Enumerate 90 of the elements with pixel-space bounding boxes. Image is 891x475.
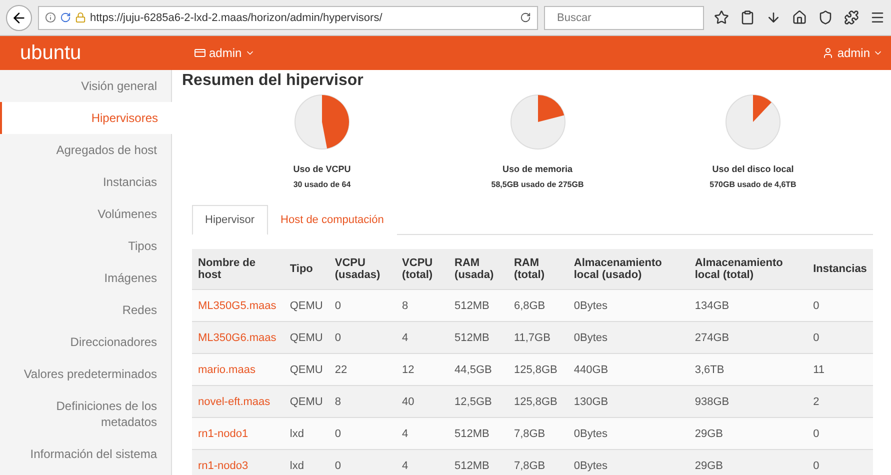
sidebar-item[interactable]: Definiciones de los metadatos — [0, 390, 171, 438]
table-cell: lxd — [284, 450, 329, 475]
page-title: Resumen del hipervisor — [182, 72, 364, 90]
table-cell: 4 — [396, 322, 449, 354]
host-link[interactable]: ML350G6.maas — [198, 332, 276, 344]
table-cell: 40 — [396, 386, 449, 418]
table-cell: 512MB — [448, 290, 508, 322]
table-cell: 0 — [328, 450, 396, 475]
table-cell: 0 — [328, 290, 396, 322]
column-header: VCPU (total) — [396, 249, 449, 290]
column-header: Tipo — [284, 249, 329, 290]
sidebar-item[interactable]: Imágenes — [0, 262, 171, 294]
table-cell: 7,8GB — [508, 450, 568, 475]
table-cell: 2 — [807, 386, 873, 418]
table-cell: 134GB — [688, 290, 808, 322]
logo: ubuntu — [20, 42, 82, 64]
project-menu[interactable]: admin — [194, 46, 255, 60]
column-header: Almacenamiento local (usado) — [568, 249, 689, 290]
table-cell: 12,5GB — [448, 386, 508, 418]
table-cell: 938GB — [688, 386, 808, 418]
table-cell: QEMU — [284, 386, 329, 418]
table-cell: 0Bytes — [568, 450, 689, 475]
sidebar-item[interactable]: Redes — [0, 294, 171, 326]
sidebar-item[interactable]: Tipos — [0, 230, 171, 262]
host-link[interactable]: mario.maas — [198, 364, 256, 376]
table-cell: 44,5GB — [448, 354, 508, 386]
table-cell: 11 — [807, 354, 873, 386]
column-header: Instancias — [807, 249, 873, 290]
table-cell: 130GB — [568, 386, 689, 418]
sidebar-item[interactable]: Direccionadores — [0, 326, 171, 358]
tab[interactable]: Hipervisor — [192, 205, 268, 235]
table-cell: 29GB — [688, 450, 808, 475]
column-header: RAM (usada) — [448, 249, 508, 290]
url-text: https://juju-6285a6-2-lxd-2.maas/horizon/admin/hypervisors/ — [90, 12, 384, 24]
column-header: Almacenamiento local (total) — [688, 249, 808, 290]
host-link[interactable]: novel-eft.maas — [198, 396, 270, 408]
table-cell: 8 — [328, 386, 396, 418]
table-cell: 0Bytes — [568, 322, 689, 354]
column-header: VCPU (usadas) — [328, 249, 396, 290]
table-cell: 0 — [807, 290, 873, 322]
chart-detail: 58,5GB usado de 275GB — [491, 180, 584, 189]
table-cell: 4 — [396, 450, 449, 475]
table-cell: QEMU — [284, 290, 329, 322]
host-link[interactable]: rn1-nodo1 — [198, 428, 248, 440]
table-cell: 512MB — [448, 418, 508, 450]
table-cell: 0Bytes — [568, 290, 689, 322]
table-cell: 0 — [328, 418, 396, 450]
sidebar-item[interactable]: Hipervisores — [0, 102, 172, 134]
table-cell: 11,7GB — [508, 322, 568, 354]
table-cell: QEMU — [284, 354, 329, 386]
host-link[interactable]: rn1-nodo3 — [198, 460, 248, 472]
user-menu[interactable]: admin — [822, 46, 883, 60]
table-cell: 0 — [328, 322, 396, 354]
sidebar-item[interactable]: Valores predeterminados — [0, 358, 171, 390]
sidebar-item[interactable]: Visión general — [0, 70, 171, 102]
table-cell: 0 — [807, 418, 873, 450]
table-cell: 0Bytes — [568, 418, 689, 450]
table-cell: 125,8GB — [508, 354, 568, 386]
table-cell: 512MB — [448, 322, 508, 354]
table-cell: 12 — [396, 354, 449, 386]
table-cell: QEMU — [284, 322, 329, 354]
table-cell: 8 — [396, 290, 449, 322]
table-cell: 3,6TB — [688, 354, 808, 386]
chart-label: Uso del disco local — [712, 164, 794, 174]
table-cell: 0 — [807, 322, 873, 354]
search-field[interactable]: Buscar — [544, 6, 704, 30]
tab[interactable]: Host de computación — [268, 205, 397, 235]
address-bar[interactable]: https://juju-6285a6-2-lxd-2.maas/horizon/admin/hypervisors/ — [38, 6, 538, 30]
chart-label: Uso de VCPU — [293, 164, 351, 174]
chart-detail: 30 usado de 64 — [293, 180, 351, 189]
table-cell: 29GB — [688, 418, 808, 450]
table-cell: 7,8GB — [508, 418, 568, 450]
sidebar-item[interactable]: Agregados de host — [0, 134, 171, 166]
table-cell: 6,8GB — [508, 290, 568, 322]
sidebar-item[interactable]: Instancias — [0, 166, 171, 198]
chart-detail: 570GB usado de 4,6TB — [710, 180, 796, 189]
sidebar-item[interactable]: Volúmenes — [0, 198, 171, 230]
table-cell: 274GB — [688, 322, 808, 354]
table-cell: lxd — [284, 418, 329, 450]
column-header: Nombre de host — [192, 249, 284, 290]
table-cell: 4 — [396, 418, 449, 450]
table-cell: 22 — [328, 354, 396, 386]
table-cell: 440GB — [568, 354, 689, 386]
table-cell: 512MB — [448, 450, 508, 475]
sidebar-item[interactable]: Información del sistema — [0, 438, 171, 470]
chart-label: Uso de memoria — [502, 164, 573, 174]
table-cell: 0 — [807, 450, 873, 475]
table-cell: 125,8GB — [508, 386, 568, 418]
host-link[interactable]: ML350G5.maas — [198, 300, 276, 312]
column-header: RAM (total) — [508, 249, 568, 290]
